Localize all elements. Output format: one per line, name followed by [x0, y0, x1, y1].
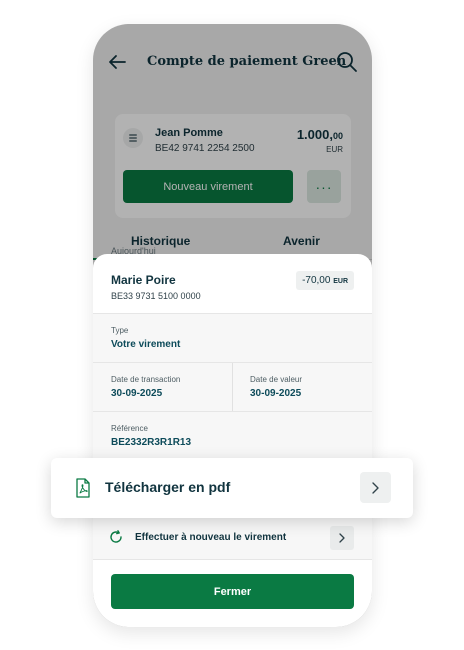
type-label: Type	[111, 326, 129, 335]
type-value: Votre virement	[111, 339, 181, 350]
reference-label: Référence	[111, 424, 148, 433]
counterparty-iban: BE33 9731 5100 0000	[111, 291, 201, 301]
refresh-icon	[110, 530, 122, 543]
redo-transfer-row[interactable]: Effectuer à nouveau le virement	[93, 516, 372, 560]
amount-currency: EUR	[333, 278, 348, 285]
chevron-right-icon[interactable]	[360, 472, 391, 503]
transaction-detail-sheet: Marie Poire BE33 9731 5100 0000 -70,00 E…	[93, 254, 372, 627]
phone-frame: Compte de paiement Green Jean Pomme BE42…	[93, 24, 372, 627]
type-row: Type Votre virement	[93, 313, 372, 362]
download-pdf-label: Télécharger en pdf	[105, 479, 231, 495]
counterparty-name: Marie Poire	[111, 273, 176, 287]
download-pdf-row[interactable]: Télécharger en pdf	[51, 458, 413, 518]
close-button[interactable]: Fermer	[111, 574, 354, 609]
dates-row: Date de transaction 30-09-2025 Date de v…	[93, 362, 372, 411]
transaction-date-label: Date de transaction	[111, 375, 181, 384]
redo-transfer-label: Effectuer à nouveau le virement	[135, 532, 287, 543]
chevron-right-icon[interactable]	[330, 526, 354, 550]
reference-value: BE2332R3R1R13	[111, 437, 192, 448]
column-divider	[232, 363, 233, 411]
transaction-amount: -70,00 EUR	[296, 271, 354, 290]
transaction-date-value: 30-09-2025	[111, 388, 163, 399]
value-date-label: Date de valeur	[250, 375, 303, 384]
pdf-file-icon	[76, 478, 90, 498]
value-date-value: 30-09-2025	[250, 388, 302, 399]
amount-value: -70,00	[302, 275, 331, 286]
